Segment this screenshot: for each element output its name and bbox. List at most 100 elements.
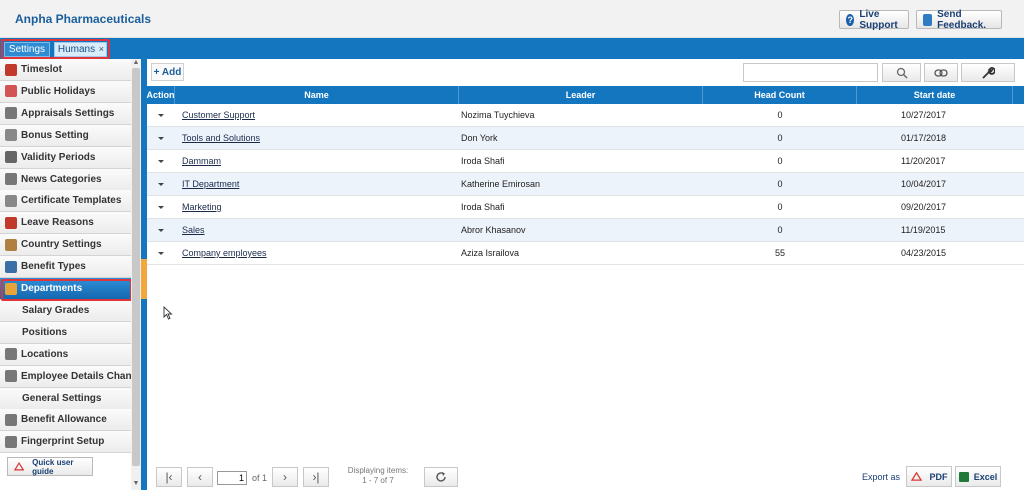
sidebar-item-label: Appraisals Settings — [21, 107, 115, 119]
settings-button[interactable] — [961, 63, 1015, 82]
department-name-link[interactable]: Sales — [182, 219, 452, 241]
sidebar-item-public-holidays[interactable]: Public Holidays — [0, 80, 131, 103]
sidebar-item-news-categories[interactable]: News Categories — [0, 168, 131, 191]
department-name-link[interactable]: Dammam — [182, 150, 452, 172]
row-action-menu[interactable] — [158, 104, 166, 126]
sidebar-item-benefit-allowance[interactable]: Benefit Allowance — [0, 409, 131, 432]
prev-page-icon: ‹ — [198, 470, 202, 484]
department-name-link[interactable]: Tools and Solutions — [182, 127, 452, 149]
scroll-up-icon[interactable]: ▲ — [132, 59, 140, 66]
people-icon — [5, 107, 17, 120]
row-action-menu[interactable] — [158, 150, 166, 172]
excel-icon — [958, 471, 969, 482]
column-header-start-date[interactable]: Start date — [857, 86, 1013, 104]
feedback-icon — [923, 13, 933, 26]
link-icon — [934, 68, 948, 77]
clock-icon — [5, 151, 17, 164]
app-title: Anpha Pharmaceuticals — [15, 12, 152, 26]
refresh-icon — [436, 472, 446, 482]
add-button[interactable]: + Add — [151, 63, 184, 81]
sidebar-item-positions[interactable]: Positions — [0, 321, 131, 344]
column-header-head-count[interactable]: Head Count — [703, 86, 857, 104]
sidebar-item-validity-periods[interactable]: Validity Periods — [0, 146, 131, 169]
leader-cell: Nozima Tuychieva — [461, 110, 535, 120]
quick-user-guide-label: Quick user guide — [32, 457, 74, 476]
column-header-leader[interactable]: Leader — [459, 86, 703, 104]
head-count-cell: 0 — [777, 156, 783, 166]
department-name-link[interactable]: Company employees — [182, 242, 452, 264]
caret-down-icon — [158, 205, 164, 209]
sidebar-item-label: Positions — [22, 326, 68, 338]
head-count-cell: 0 — [777, 133, 783, 143]
sidebar-item-employee-details-changes[interactable]: Employee Details Changes — [0, 365, 131, 388]
head-count-cell: 0 — [777, 179, 783, 189]
sidebar-item-country-settings[interactable]: Country Settings — [0, 234, 131, 257]
row-action-menu[interactable] — [158, 242, 166, 264]
sidebar-item-locations[interactable]: Locations — [0, 343, 131, 366]
sidebar-item-certificate-templates[interactable]: Certificate Templates — [0, 190, 131, 213]
last-page-button[interactable]: ›| — [303, 467, 329, 487]
head-count-cell: 0 — [777, 202, 783, 212]
sidebar-item-label: Timeslot — [21, 64, 62, 75]
export-label: Export as — [862, 472, 901, 482]
quick-user-guide-button[interactable]: Quick user guide — [7, 457, 93, 476]
sidebar-item-fingerprint-setup[interactable]: Fingerprint Setup — [0, 431, 131, 454]
first-page-button[interactable]: |‹ — [156, 467, 182, 487]
row-action-menu[interactable] — [158, 219, 166, 241]
leader-cell: Aziza Israilova — [461, 248, 520, 258]
page-number-input[interactable] — [217, 471, 247, 485]
row-action-menu[interactable] — [158, 173, 166, 195]
row-action-menu[interactable] — [158, 127, 166, 149]
next-page-button[interactable]: › — [272, 467, 298, 487]
active-item-highlight — [1, 279, 132, 301]
sidebar-item-general-settings[interactable]: General Settings — [0, 387, 131, 410]
head-count-cell: 0 — [777, 110, 783, 120]
department-name-link[interactable]: Customer Support — [182, 104, 452, 126]
caret-down-icon — [158, 113, 164, 117]
table-row[interactable]: Customer Support Nozima Tuychieva 0 10/27/2… — [147, 104, 1024, 127]
table-row[interactable]: Marketing Iroda Shafi 0 09/20/2017 — [147, 196, 1024, 219]
export-pdf-label: PDF — [929, 471, 948, 482]
prev-page-button[interactable]: ‹ — [187, 467, 213, 487]
refresh-button[interactable] — [424, 467, 458, 487]
pdf-icon — [14, 462, 25, 471]
sidebar-item-salary-grades[interactable]: Salary Grades — [0, 299, 131, 322]
scroll-down-icon[interactable]: ▼ — [132, 480, 140, 487]
export-pdf-button[interactable]: PDF — [906, 466, 952, 487]
certificate-icon — [5, 194, 17, 207]
sidebar-scroll-thumb[interactable] — [132, 68, 140, 466]
holiday-icon — [5, 85, 17, 98]
row-action-menu[interactable] — [158, 196, 166, 218]
sidebar-item-label: Bonus Setting — [21, 129, 89, 141]
displaying-items-info: Displaying items: 1 - 7 of 7 — [347, 466, 409, 485]
column-header-action[interactable]: Action — [147, 86, 175, 104]
table-row[interactable]: Dammam Iroda Shafi 0 11/20/2017 — [147, 150, 1024, 173]
tab-bar — [0, 38, 1024, 59]
table-row[interactable]: Company employees Aziza Israilova 55 04/23/… — [147, 242, 1024, 265]
sidebar-item-timeslot[interactable]: Timeslot — [0, 59, 131, 81]
start-date-cell: 01/17/2018 — [901, 133, 947, 143]
next-page-icon: › — [283, 470, 287, 484]
globe-icon — [5, 238, 17, 251]
department-name-link[interactable]: IT Department — [182, 173, 452, 195]
search-input[interactable] — [743, 63, 878, 82]
send-feedback-button[interactable]: Send Feedback. — [916, 9, 1002, 31]
table-row[interactable]: Tools and Solutions Don York 0 01/17/2018 — [147, 127, 1024, 150]
search-button[interactable] — [882, 63, 921, 82]
live-support-button[interactable]: ? Live Support — [839, 9, 909, 31]
sidebar-item-benefit-types[interactable]: Benefit Types — [0, 256, 131, 279]
sidebar-item-leave-reasons[interactable]: Leave Reasons — [0, 212, 131, 235]
start-date-cell: 09/20/2017 — [901, 202, 947, 212]
column-header-name[interactable]: Name — [175, 86, 459, 104]
table-row[interactable]: Sales Abror Khasanov 0 11/19/2015 — [147, 219, 1024, 242]
sidebar-item-appraisals-settings[interactable]: Appraisals Settings — [0, 102, 131, 125]
sidebar-item-label: Locations — [21, 348, 69, 360]
sidebar-item-label: Benefit Allowance — [21, 414, 107, 426]
sidebar-item-bonus-setting[interactable]: Bonus Setting — [0, 124, 131, 147]
news-icon — [5, 173, 17, 185]
link-button[interactable] — [924, 63, 958, 82]
start-date-cell: 11/19/2015 — [901, 225, 946, 235]
department-name-link[interactable]: Marketing — [182, 196, 452, 218]
export-excel-button[interactable]: Excel — [955, 466, 1001, 487]
table-row[interactable]: IT Department Katherine Emirosan 0 10/04/20… — [147, 173, 1024, 196]
